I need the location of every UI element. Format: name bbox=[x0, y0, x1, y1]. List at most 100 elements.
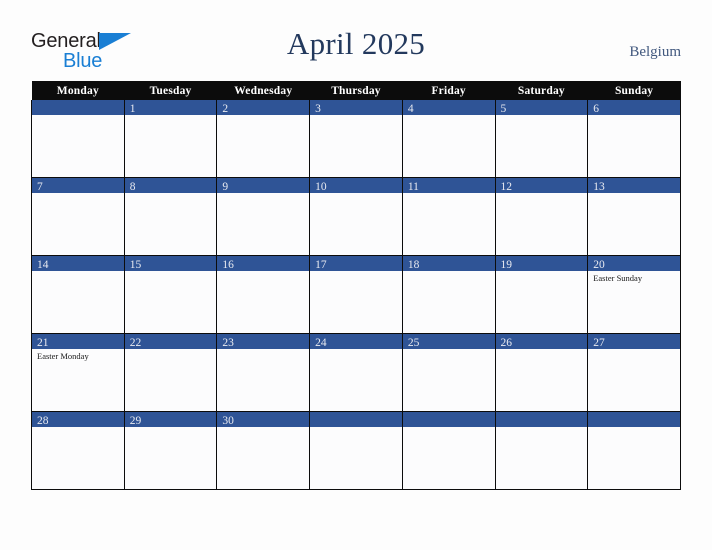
day-number-bar: 5 bbox=[495, 100, 588, 115]
day-number: 25 bbox=[407, 337, 420, 349]
calendar-page: General Blue April 2025 Belgium Monday T… bbox=[0, 0, 712, 550]
day-cell[interactable]: 26 bbox=[494, 333, 589, 412]
day-cell[interactable]: 14 bbox=[31, 255, 125, 334]
day-number-bar bbox=[588, 412, 680, 427]
day-number: 9 bbox=[222, 181, 229, 193]
day-number-bar: 14 bbox=[32, 256, 124, 271]
day-number: 27 bbox=[593, 337, 605, 349]
day-cell[interactable]: 9 bbox=[216, 177, 311, 256]
day-number-bar: 4 bbox=[402, 100, 495, 115]
day-number: 6 bbox=[593, 103, 599, 115]
day-cell[interactable]: 2 bbox=[216, 100, 311, 178]
day-number-bar bbox=[32, 100, 124, 115]
day-number: 4 bbox=[407, 103, 414, 115]
day-cell[interactable]: 21 Easter Monday bbox=[31, 333, 125, 412]
holiday-label: Easter Monday bbox=[37, 351, 89, 361]
day-cell[interactable]: 1 bbox=[123, 100, 218, 178]
day-number: 20 bbox=[593, 259, 605, 271]
month-grid: Monday Tuesday Wednesday Thursday Friday… bbox=[31, 81, 681, 490]
day-number: 26 bbox=[500, 337, 513, 349]
day-number: 2 bbox=[222, 103, 229, 115]
day-cell[interactable]: 23 bbox=[216, 333, 311, 412]
day-number-bar: 24 bbox=[310, 334, 402, 349]
day-cell[interactable]: 22 bbox=[123, 333, 218, 412]
day-cell-empty[interactable] bbox=[494, 411, 589, 490]
weekday-header-friday: Friday bbox=[402, 81, 496, 100]
day-number-bar: 21 bbox=[32, 334, 124, 349]
day-number-bar: 10 bbox=[310, 178, 402, 193]
day-cell[interactable]: 13 bbox=[587, 177, 681, 256]
day-number: 29 bbox=[129, 415, 142, 427]
day-number: 30 bbox=[222, 415, 234, 427]
day-number: 28 bbox=[37, 415, 49, 427]
day-number-bar: 26 bbox=[495, 334, 588, 349]
day-number-bar: 7 bbox=[32, 178, 124, 193]
day-number-bar: 30 bbox=[217, 412, 310, 427]
day-cell[interactable]: 3 bbox=[309, 100, 403, 178]
day-number: 12 bbox=[500, 181, 513, 193]
day-number-bar: 20 bbox=[588, 256, 680, 271]
week-row: 7 8 9 10 11 12 13 bbox=[31, 177, 681, 256]
day-cell[interactable]: 16 bbox=[216, 255, 311, 334]
day-number: 14 bbox=[37, 259, 49, 271]
day-number-bar: 19 bbox=[495, 256, 588, 271]
day-number: 15 bbox=[129, 259, 142, 271]
day-cell-empty[interactable] bbox=[31, 100, 125, 178]
day-cell[interactable]: 10 bbox=[309, 177, 403, 256]
day-number: 7 bbox=[37, 181, 43, 193]
day-number: 11 bbox=[407, 181, 419, 193]
day-number-bar: 11 bbox=[402, 178, 495, 193]
day-number: 13 bbox=[593, 181, 605, 193]
day-cell[interactable]: 20 Easter Sunday bbox=[587, 255, 681, 334]
day-number: 3 bbox=[315, 103, 321, 115]
day-number: 10 bbox=[315, 181, 327, 193]
day-number-bar: 23 bbox=[217, 334, 310, 349]
day-cell[interactable]: 19 bbox=[494, 255, 589, 334]
day-number-bar bbox=[402, 412, 495, 427]
day-cell-empty[interactable] bbox=[401, 411, 496, 490]
day-number-bar bbox=[310, 412, 402, 427]
day-cell-empty[interactable] bbox=[587, 411, 681, 490]
day-cell[interactable]: 11 bbox=[401, 177, 496, 256]
day-number-bar: 22 bbox=[124, 334, 217, 349]
day-number: 8 bbox=[129, 181, 136, 193]
day-number-bar: 12 bbox=[495, 178, 588, 193]
day-cell[interactable]: 15 bbox=[123, 255, 218, 334]
week-row: 28 29 30 bbox=[31, 411, 681, 490]
day-number-bar: 17 bbox=[310, 256, 402, 271]
week-rows: 1 2 3 4 5 6 7 8 9 10 11 12 13 14 15 16 17 18 19 20 Easter Su… bbox=[31, 100, 681, 490]
day-cell[interactable]: 24 bbox=[309, 333, 403, 412]
day-cell[interactable]: 4 bbox=[401, 100, 496, 178]
day-number-bar: 2 bbox=[217, 100, 310, 115]
weekday-header-sunday: Sunday bbox=[587, 81, 681, 100]
day-cell[interactable]: 28 bbox=[31, 411, 125, 490]
day-number-bar: 6 bbox=[588, 100, 680, 115]
day-number-bar: 3 bbox=[310, 100, 402, 115]
day-cell[interactable]: 29 bbox=[123, 411, 218, 490]
day-number-bar: 16 bbox=[217, 256, 310, 271]
day-number-bar: 1 bbox=[124, 100, 217, 115]
day-number-bar: 27 bbox=[588, 334, 680, 349]
day-cell[interactable]: 5 bbox=[494, 100, 589, 178]
day-cell-empty[interactable] bbox=[309, 411, 403, 490]
day-number: 16 bbox=[222, 259, 234, 271]
weekday-header-monday: Monday bbox=[31, 81, 125, 100]
week-row: 21 Easter Monday 22 23 24 25 26 27 bbox=[31, 333, 681, 412]
day-cell[interactable]: 12 bbox=[494, 177, 589, 256]
holiday-label: Easter Sunday bbox=[593, 273, 643, 283]
day-cell[interactable]: 7 bbox=[31, 177, 125, 256]
day-cell[interactable]: 18 bbox=[401, 255, 496, 334]
page-title: April 2025 bbox=[286, 26, 426, 61]
day-number: 24 bbox=[315, 337, 327, 349]
day-cell[interactable]: 17 bbox=[309, 255, 403, 334]
day-cell[interactable]: 8 bbox=[123, 177, 218, 256]
day-cell[interactable]: 30 bbox=[216, 411, 311, 490]
day-cell[interactable]: 25 bbox=[401, 333, 496, 412]
day-cell[interactable]: 6 bbox=[587, 100, 681, 178]
day-number: 1 bbox=[129, 103, 136, 115]
day-cell[interactable]: 27 bbox=[587, 333, 681, 412]
weekday-header-row: Monday Tuesday Wednesday Thursday Friday… bbox=[31, 81, 681, 100]
weekday-header-tuesday: Tuesday bbox=[124, 81, 217, 100]
week-row: 1 2 3 4 5 6 bbox=[31, 100, 681, 178]
weekday-header-wednesday: Wednesday bbox=[216, 81, 310, 100]
